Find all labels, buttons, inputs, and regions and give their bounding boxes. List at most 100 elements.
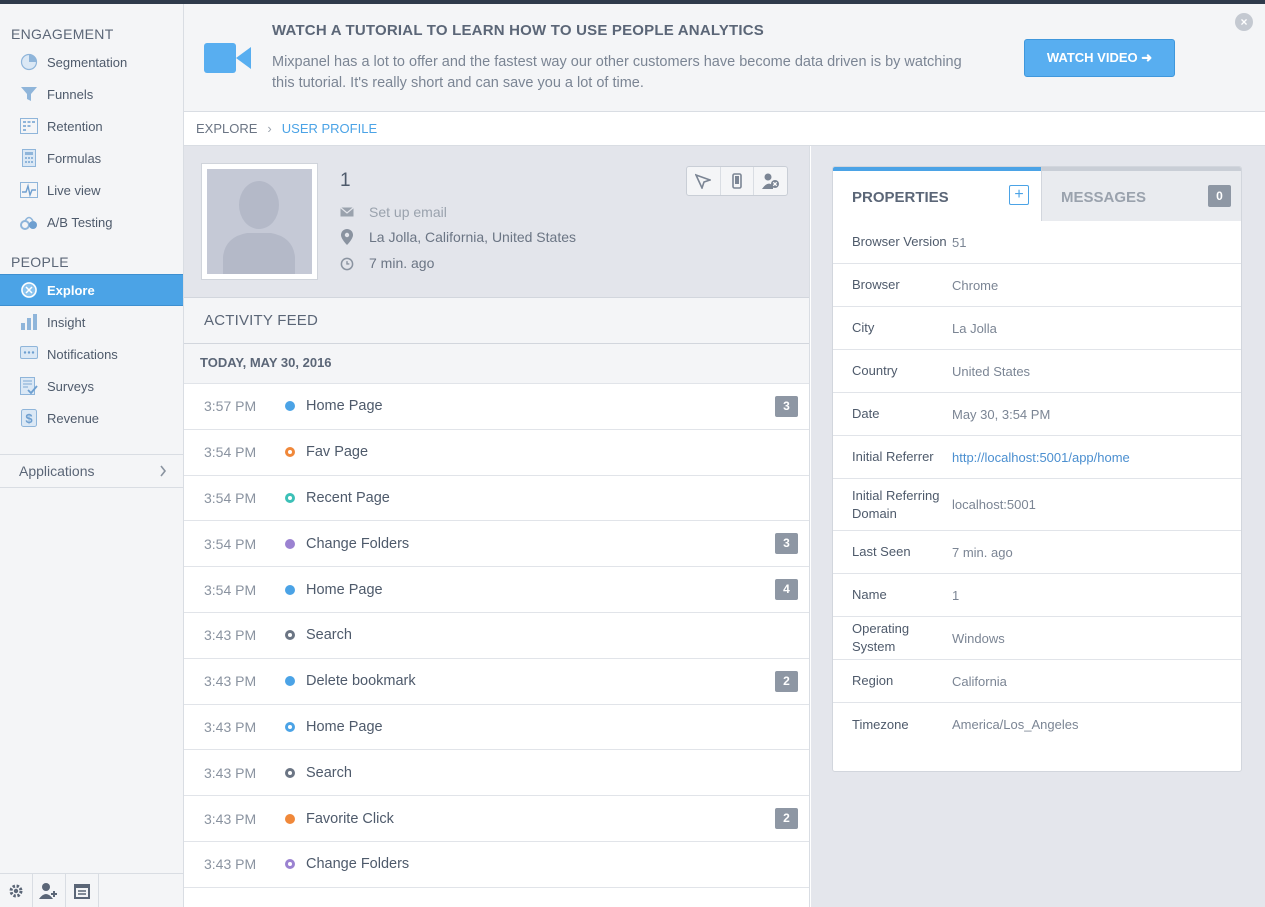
people-nav: Explore Insight Notifications Surveys $ Reven… bbox=[0, 274, 183, 434]
activity-row[interactable]: 3:43 PM Change Folders bbox=[184, 842, 809, 888]
sidebar-item-funnels[interactable]: Funnels bbox=[0, 78, 183, 110]
applications-menu[interactable]: Applications bbox=[0, 454, 183, 488]
property-value[interactable]: http://localhost:5001/app/home bbox=[952, 450, 1130, 465]
sidebar-item-insight[interactable]: Insight bbox=[0, 306, 183, 338]
sidebar-item-label: Insight bbox=[47, 314, 86, 330]
activity-row[interactable]: 3:43 PM Search bbox=[184, 750, 809, 797]
clock-icon bbox=[340, 256, 354, 270]
event-time: 3:43 PM bbox=[204, 856, 257, 873]
profile-email-row[interactable]: Set up email bbox=[340, 204, 447, 220]
property-value: 1 bbox=[952, 587, 960, 603]
activity-row[interactable]: 3:43 PM Home Page bbox=[184, 705, 809, 751]
sidebar-item-revenue[interactable]: $ Revenue bbox=[0, 402, 183, 434]
sidebar-item-notifications[interactable]: Notifications bbox=[0, 338, 183, 370]
svg-text:$: $ bbox=[25, 411, 33, 426]
activity-row[interactable]: 3:54 PM Recent Page bbox=[184, 476, 809, 522]
sidebar-item-label: A/B Testing bbox=[47, 214, 113, 230]
sidebar-item-segmentation[interactable]: Segmentation bbox=[0, 46, 183, 78]
send-notification-icon[interactable] bbox=[687, 167, 721, 195]
property-value: United States bbox=[952, 363, 1031, 379]
event-count-badge: 2 bbox=[775, 808, 798, 830]
properties-list: Browser Version 51 Browser Chrome City La Jol… bbox=[833, 221, 1241, 746]
property-key: Country bbox=[852, 363, 898, 378]
calendar-icon[interactable] bbox=[66, 874, 99, 907]
sidebar-item-live-view[interactable]: Live view bbox=[0, 174, 183, 206]
sidebar-item-label: Live view bbox=[47, 182, 101, 198]
add-property-button[interactable]: + bbox=[1009, 185, 1029, 205]
activity-feed-heading: ACTIVITY FEED bbox=[184, 298, 809, 344]
messages-count-badge: 0 bbox=[1208, 185, 1231, 207]
property-value: California bbox=[952, 673, 1007, 689]
activity-row[interactable]: 3:54 PM Home Page 4 bbox=[184, 567, 809, 613]
banner-title: WATCH A TUTORIAL TO LEARN HOW TO USE PEO… bbox=[272, 22, 765, 39]
chat-bubble-icon bbox=[19, 344, 39, 364]
property-value: La Jolla bbox=[952, 320, 997, 336]
activity-row[interactable]: 3:54 PM Change Folders 3 bbox=[184, 521, 809, 568]
property-value: localhost:5001 bbox=[952, 497, 1036, 512]
watch-video-button[interactable]: WATCH VIDEO ➜ bbox=[1024, 39, 1175, 77]
activity-row[interactable]: 3:43 PM Search bbox=[184, 613, 809, 659]
tab-properties[interactable]: PROPERTIES + bbox=[833, 167, 1041, 221]
dollar-icon: $ bbox=[19, 408, 39, 428]
activity-row[interactable]: 3:43 PM Favorite Click 2 bbox=[184, 796, 809, 842]
gear-icon[interactable] bbox=[0, 874, 33, 907]
breadcrumb-user-profile: USER PROFILE bbox=[281, 121, 378, 136]
property-key: Browser Version bbox=[852, 234, 947, 249]
event-dot-icon bbox=[285, 813, 295, 824]
sidebar: ENGAGEMENT Segmentation Funnels Retention F… bbox=[0, 4, 184, 907]
close-icon[interactable]: × bbox=[1235, 13, 1253, 31]
sidebar-item-label: Notifications bbox=[47, 346, 118, 362]
event-time: 3:43 PM bbox=[204, 673, 257, 690]
sidebar-item-a-b-testing[interactable]: A/B Testing bbox=[0, 206, 183, 238]
event-name: Search bbox=[306, 627, 352, 644]
email-setup-link[interactable]: Set up email bbox=[369, 204, 447, 220]
sidebar-item-label: Explore bbox=[47, 282, 95, 298]
event-name: Change Folders bbox=[306, 856, 410, 873]
video-camera-icon bbox=[204, 42, 252, 77]
event-time: 3:54 PM bbox=[204, 489, 257, 506]
map-pin-icon bbox=[340, 229, 354, 245]
activity-row[interactable]: 3:43 PM Delete bookmark 2 bbox=[184, 659, 809, 705]
activity-row[interactable]: 3:57 PM Home Page 3 bbox=[184, 384, 809, 430]
delete-user-icon[interactable] bbox=[754, 167, 787, 195]
event-dot-icon bbox=[285, 447, 295, 458]
add-user-icon[interactable] bbox=[33, 874, 66, 907]
activity-row[interactable]: 3:54 PM Fav Page bbox=[184, 430, 809, 476]
property-row: Timezone America/Los_Angeles bbox=[833, 703, 1241, 746]
property-key: Region bbox=[852, 673, 894, 688]
sidebar-footer bbox=[0, 873, 183, 907]
property-value: 51 bbox=[952, 234, 967, 250]
property-row: Initial Referring Domain localhost:5001 bbox=[833, 479, 1241, 531]
profile-location: La Jolla, California, United States bbox=[369, 229, 576, 245]
sidebar-item-explore[interactable]: Explore bbox=[0, 274, 183, 306]
properties-tabs: PROPERTIES + MESSAGES 0 bbox=[833, 167, 1241, 221]
banner-description: Mixpanel has a lot to offer and the fast… bbox=[272, 54, 962, 91]
property-row: Initial Referrer http://localhost:5001/ap… bbox=[833, 436, 1241, 479]
mobile-device-icon[interactable] bbox=[721, 167, 755, 195]
event-dot-icon bbox=[285, 492, 295, 503]
property-value: America/Los_Angeles bbox=[952, 717, 1079, 732]
property-row: Country United States bbox=[833, 350, 1241, 393]
tutorial-banner: WATCH A TUTORIAL TO LEARN HOW TO USE PEO… bbox=[184, 4, 1265, 112]
tab-messages-label: MESSAGES bbox=[1061, 189, 1147, 206]
property-row: Browser Chrome bbox=[833, 264, 1241, 307]
retention-grid-icon bbox=[19, 116, 39, 136]
profile-lastseen-row: 7 min. ago bbox=[340, 255, 434, 271]
property-key: Operating System bbox=[852, 621, 910, 654]
property-row: Last Seen 7 min. ago bbox=[833, 531, 1241, 574]
engagement-nav: Segmentation Funnels Retention Formulas Live… bbox=[0, 46, 183, 238]
event-time: 3:57 PM bbox=[204, 398, 257, 415]
sidebar-item-surveys[interactable]: Surveys bbox=[0, 370, 183, 402]
calculator-icon bbox=[19, 148, 39, 168]
event-time: 3:54 PM bbox=[204, 581, 257, 598]
sidebar-item-label: Revenue bbox=[47, 410, 100, 426]
sidebar-item-retention[interactable]: Retention bbox=[0, 110, 183, 142]
breadcrumb-explore[interactable]: EXPLORE bbox=[196, 121, 257, 136]
tab-messages[interactable]: MESSAGES 0 bbox=[1041, 167, 1241, 221]
applications-label: Applications bbox=[19, 463, 95, 479]
profile-header: 1 Set up email La Jolla, California, Uni… bbox=[184, 146, 809, 298]
event-dot-icon bbox=[285, 584, 295, 595]
property-value: Chrome bbox=[952, 277, 999, 293]
sidebar-item-formulas[interactable]: Formulas bbox=[0, 142, 183, 174]
event-name: Search bbox=[306, 764, 352, 781]
